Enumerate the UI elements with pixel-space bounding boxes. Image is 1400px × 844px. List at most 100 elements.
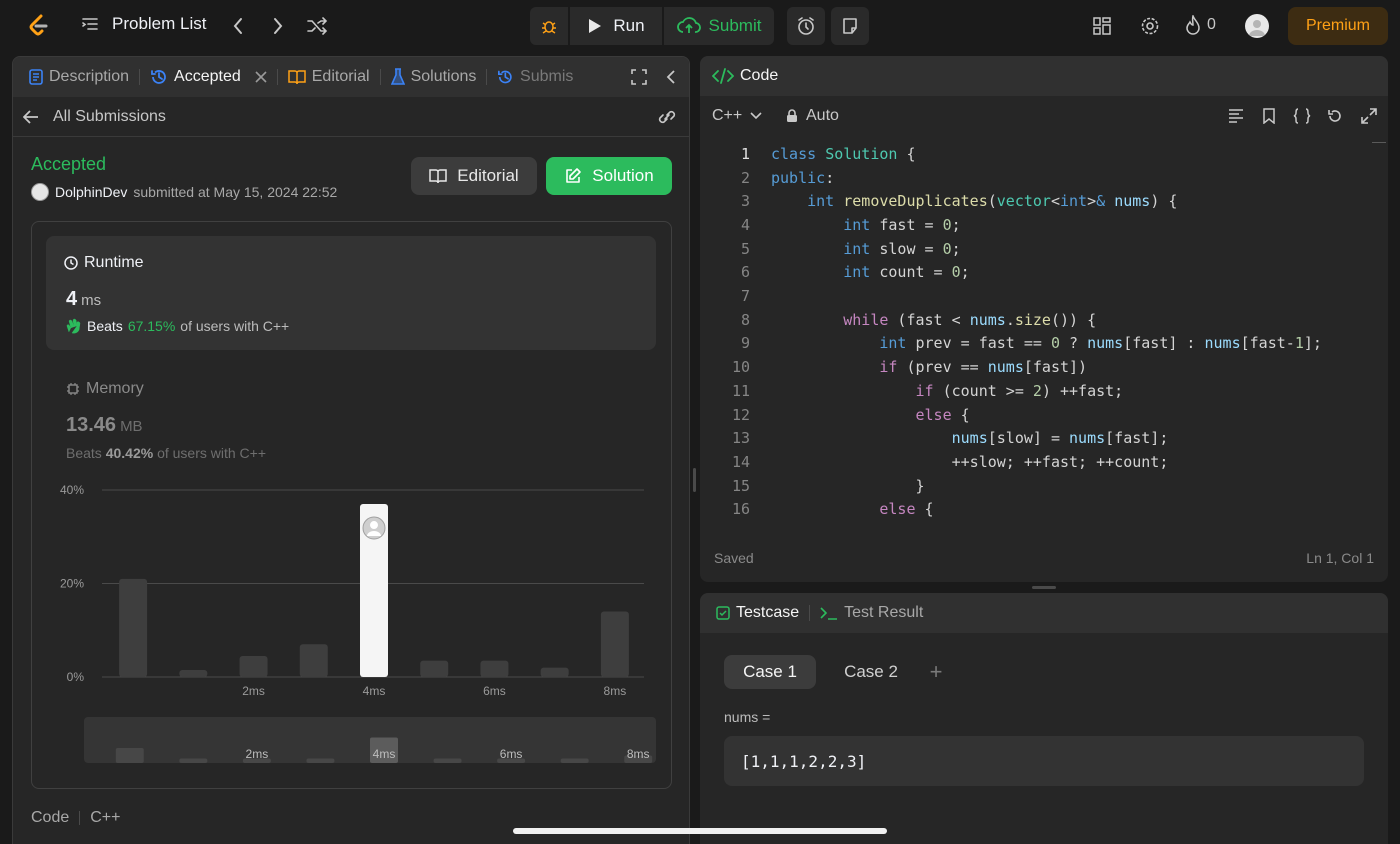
prev-problem-button[interactable] (228, 16, 248, 36)
memory-beats-tail: of users with C++ (157, 445, 267, 461)
tab-accepted-label: Accepted (174, 68, 241, 85)
line-number: 16 (731, 500, 750, 519)
code-line: 16 else { (700, 498, 1388, 522)
left-panel: Description Accepted Editorial Solutions… (12, 56, 690, 844)
layout-button[interactable] (1092, 16, 1112, 36)
tab-submissions[interactable]: Submis (487, 57, 583, 97)
user-avatar[interactable] (1245, 14, 1269, 38)
back-to-submissions[interactable]: All Submissions (23, 108, 166, 126)
collapse-left-icon[interactable] (666, 69, 676, 85)
code-section-header: Code C++ (31, 809, 121, 827)
avatar-icon (1249, 20, 1265, 36)
line-number: 12 (731, 405, 750, 424)
next-problem-button[interactable] (268, 16, 288, 36)
case-2-tab[interactable]: Case 2 (826, 655, 916, 689)
tab-editorial[interactable]: Editorial (278, 57, 380, 97)
maximize-icon[interactable] (631, 69, 647, 85)
debug-button[interactable] (530, 7, 568, 45)
code-line: 9 int prev = fast == 0 ? nums[fast] : nu… (700, 332, 1388, 356)
runtime-beats: Beats 67.15% of users with C++ (66, 318, 289, 334)
notes-button[interactable] (831, 7, 869, 45)
code-line: 15 } (700, 474, 1388, 498)
code-line: 4 int fast = 0; (700, 213, 1388, 237)
checkbox-icon (716, 606, 730, 620)
run-button[interactable]: Run (570, 7, 662, 45)
code-text: if (prev == nums[fast]) (879, 358, 1088, 377)
streak-counter[interactable]: 0 (1185, 15, 1216, 35)
submit-button[interactable]: Submit (664, 7, 774, 45)
case-1-tab[interactable]: Case 1 (724, 655, 816, 689)
code-line: 7 (700, 284, 1388, 308)
list-icon (82, 18, 98, 30)
bookmark-icon[interactable] (1263, 108, 1275, 124)
tab-solutions[interactable]: Solutions (381, 57, 487, 97)
code-line: 11 if (count >= 2) ++fast; (700, 379, 1388, 403)
x-tick-label: 6ms (483, 684, 506, 698)
code-editor[interactable]: 1 class Solution { 2 public: 3 int removeD… (700, 142, 1388, 530)
tab-description[interactable]: Description (13, 57, 139, 97)
format-icon[interactable] (1228, 109, 1244, 123)
minimap-tick-label: 8ms (627, 747, 650, 761)
language-select[interactable]: C++ (712, 107, 762, 125)
document-icon (29, 69, 43, 85)
tab-testcase[interactable]: Testcase (700, 593, 809, 633)
solution-button[interactable]: Solution (546, 157, 672, 195)
settings-button[interactable] (1139, 15, 1161, 37)
tab-code[interactable]: Code (700, 56, 788, 96)
line-number: 7 (740, 287, 750, 306)
expand-icon[interactable] (1361, 108, 1377, 124)
timer-button[interactable] (787, 7, 825, 45)
code-section-label: Code (31, 809, 70, 826)
code-text: ++slow; ++fast; ++count; (771, 452, 1169, 471)
note-icon (843, 18, 857, 34)
memory-title[interactable]: Memory (66, 380, 144, 398)
param-input[interactable]: [1,1,1,2,2,3] (724, 736, 1364, 786)
scrollbar-thumb[interactable] (1372, 142, 1386, 143)
language-label: C++ (712, 107, 743, 124)
code-text: int prev = fast == 0 ? nums[fast] : nums… (879, 334, 1322, 353)
tab-description-label: Description (49, 68, 130, 85)
avatar[interactable] (31, 183, 49, 201)
add-case-button[interactable]: + (922, 655, 950, 689)
problem-list-link[interactable]: Problem List (80, 14, 206, 34)
chevron-down-icon (750, 112, 762, 120)
tab-test-result[interactable]: Test Result (810, 593, 933, 633)
home-indicator (513, 828, 887, 834)
tab-accepted[interactable]: Accepted (140, 57, 277, 97)
vertical-resize-handle[interactable] (693, 468, 696, 492)
line-number: 15 (731, 476, 750, 495)
line-number: 3 (740, 192, 750, 211)
reset-icon[interactable] (1327, 108, 1343, 124)
link-icon[interactable] (656, 109, 678, 125)
username[interactable]: DolphinDev (55, 184, 127, 200)
editorial-button[interactable]: Editorial (411, 157, 537, 195)
random-problem-button[interactable] (305, 15, 329, 37)
autocomplete-mode[interactable]: Auto (786, 107, 839, 125)
code-panel: Code C++ Auto 1 class Solution { 2 public:… (700, 56, 1388, 582)
history-icon (498, 70, 513, 84)
tab-editorial-label: Editorial (311, 68, 370, 85)
stats-box: Runtime 4 ms Beats 67.15% of users with C… (31, 221, 672, 789)
premium-button[interactable]: Premium (1288, 7, 1388, 45)
code-line: 13 nums[slow] = nums[fast]; (700, 426, 1388, 450)
y-tick-label: 20% (60, 577, 84, 591)
horizontal-resize-handle[interactable] (1032, 586, 1056, 589)
line-number: 2 (740, 168, 750, 187)
code-text: } (771, 476, 925, 495)
code-text: int fast = 0; (843, 215, 961, 234)
runtime-distribution-chart[interactable]: 40% 20% 0% 2ms 4ms 6ms 8ms 2ms 4ms 6ms 8ms (32, 480, 673, 780)
runtime-card[interactable]: Runtime 4 ms Beats 67.15% of users with C… (46, 236, 656, 350)
braces-icon[interactable] (1293, 108, 1311, 124)
chart-bar (119, 578, 148, 677)
code-text: int count = 0; (843, 263, 970, 282)
code-text: else { (915, 405, 970, 424)
testcase-panel: Testcase Test Result Case 1 Case 2 + num… (700, 593, 1388, 844)
chevron-left-icon (233, 18, 242, 34)
close-icon[interactable] (255, 71, 267, 83)
shuffle-icon (307, 17, 328, 35)
streak-count: 0 (1207, 16, 1216, 33)
code-line: 6 int count = 0; (700, 261, 1388, 285)
cloud-upload-icon (676, 17, 701, 33)
editor-status-bar: Saved Ln 1, Col 1 (700, 550, 1388, 574)
leetcode-logo[interactable] (24, 12, 52, 40)
